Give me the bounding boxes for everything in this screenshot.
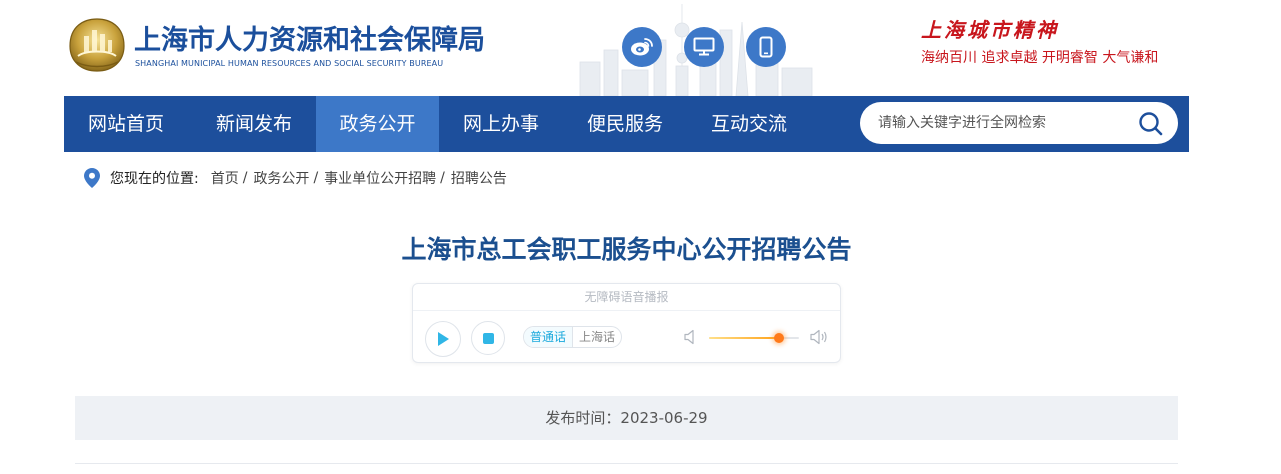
breadcrumb: 您现在的位置: 首页 / 政务公开 / 事业单位公开招聘 / 招聘公告 (84, 167, 507, 189)
volume-fill (709, 337, 780, 339)
nav-item-public-services[interactable]: 便民服务 (563, 96, 687, 152)
city-spirit-title: 上海城市精神 (921, 18, 1059, 42)
volume-slider[interactable] (709, 333, 799, 343)
play-button[interactable] (425, 321, 461, 357)
org-name-en: SHANGHAI MUNICIPAL HUMAN RESOURCES AND S… (135, 59, 444, 68)
audio-player-header: 无障碍语音播报 (413, 284, 840, 311)
nav-item-news[interactable]: 新闻发布 (192, 96, 316, 152)
stop-button[interactable] (471, 321, 505, 355)
accessibility-audio-player: 无障碍语音播报 普通话 上海话 (412, 283, 841, 363)
mobile-icon[interactable] (746, 27, 786, 67)
main-nav: 网站首页 新闻发布 政务公开 网上办事 便民服务 互动交流 (64, 96, 1189, 152)
dialect-shanghainese[interactable]: 上海话 (573, 327, 621, 347)
volume-low-icon[interactable] (684, 329, 698, 345)
breadcrumb-public-recruitment[interactable]: 事业单位公开招聘 (324, 168, 436, 188)
play-icon (438, 332, 449, 346)
org-name-cn[interactable]: 上海市人力资源和社会保障局 (134, 18, 485, 57)
dialect-switch: 普通话 上海话 (523, 326, 623, 348)
search-box (860, 102, 1178, 144)
breadcrumb-separator: / (313, 170, 319, 186)
nav-item-government-affairs[interactable]: 政务公开 (316, 96, 439, 152)
search-icon[interactable] (1138, 111, 1164, 137)
publish-time: 发布时间：2023-06-29 (75, 396, 1178, 440)
breadcrumb-recruitment-notice[interactable]: 招聘公告 (451, 168, 507, 188)
nav-item-home[interactable]: 网站首页 (64, 96, 188, 152)
breadcrumb-government-affairs[interactable]: 政务公开 (253, 168, 309, 188)
stop-icon (482, 332, 494, 344)
bureau-emblem-icon[interactable] (66, 16, 128, 74)
dialect-mandarin[interactable]: 普通话 (524, 327, 574, 347)
desktop-icon[interactable] (684, 27, 724, 67)
search-input[interactable] (878, 102, 1128, 144)
volume-handle[interactable] (774, 333, 785, 343)
weibo-icon[interactable] (622, 27, 662, 67)
volume-high-icon[interactable] (810, 329, 828, 345)
site-header: 上海市人力资源和社会保障局 SHANGHAI MUNICIPAL HUMAN R… (0, 0, 1281, 96)
article-title: 上海市总工会职工服务中心公开招聘公告 (401, 235, 852, 264)
breadcrumb-separator: / (440, 170, 445, 186)
city-spirit-phrases: 海纳百川 追求卓越 开明睿智 大气谦和 (921, 50, 1159, 66)
breadcrumb-home[interactable]: 首页 (211, 168, 239, 188)
breadcrumb-separator: / (242, 170, 248, 186)
nav-item-online-services[interactable]: 网上办事 (439, 96, 563, 152)
breadcrumb-prefix: 您现在的位置: (110, 171, 199, 187)
location-pin-icon (84, 168, 100, 188)
nav-item-interaction[interactable]: 互动交流 (687, 96, 811, 152)
content-divider (75, 463, 1178, 464)
